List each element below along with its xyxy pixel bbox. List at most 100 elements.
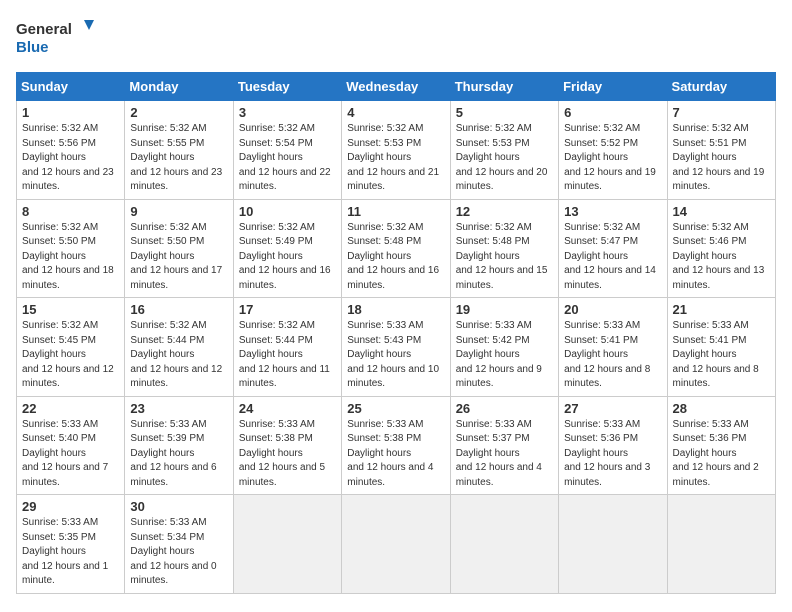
day-info: Sunrise: 5:33 AM Sunset: 5:37 PM Dayligh…: [456, 418, 553, 491]
day-info: Sunrise: 5:32 AM Sunset: 5:49 PM Dayligh…: [239, 221, 336, 294]
sunrise-label: Sunrise: 5:32 AM: [239, 320, 315, 331]
daylight-label: Daylight hours: [239, 251, 303, 262]
sunset-label: Sunset: 5:40 PM: [22, 433, 96, 444]
day-number: 5: [456, 105, 553, 120]
sunrise-label: Sunrise: 5:33 AM: [564, 419, 640, 430]
calendar-cell: 13 Sunrise: 5:32 AM Sunset: 5:47 PM Dayl…: [559, 199, 667, 298]
svg-text:General: General: [16, 21, 72, 38]
day-info: Sunrise: 5:33 AM Sunset: 5:39 PM Dayligh…: [130, 418, 227, 491]
daylight-value: and 12 hours and 3 minutes.: [564, 462, 650, 488]
daylight-label: Daylight hours: [347, 349, 411, 360]
day-number: 21: [673, 302, 770, 317]
week-row-5: 29 Sunrise: 5:33 AM Sunset: 5:35 PM Dayl…: [17, 495, 776, 594]
calendar-cell: 21 Sunrise: 5:33 AM Sunset: 5:41 PM Dayl…: [667, 298, 775, 397]
calendar-cell: 19 Sunrise: 5:33 AM Sunset: 5:42 PM Dayl…: [450, 298, 558, 397]
day-number: 2: [130, 105, 227, 120]
day-info: Sunrise: 5:33 AM Sunset: 5:34 PM Dayligh…: [130, 516, 227, 589]
sunrise-label: Sunrise: 5:33 AM: [22, 517, 98, 528]
sunset-label: Sunset: 5:53 PM: [347, 138, 421, 149]
calendar-cell: 8 Sunrise: 5:32 AM Sunset: 5:50 PM Dayli…: [17, 199, 125, 298]
day-info: Sunrise: 5:32 AM Sunset: 5:52 PM Dayligh…: [564, 122, 661, 195]
day-info: Sunrise: 5:33 AM Sunset: 5:38 PM Dayligh…: [347, 418, 444, 491]
daylight-label: Daylight hours: [22, 349, 86, 360]
day-number: 17: [239, 302, 336, 317]
daylight-label: Daylight hours: [239, 152, 303, 163]
week-row-1: 1 Sunrise: 5:32 AM Sunset: 5:56 PM Dayli…: [17, 101, 776, 200]
sunset-label: Sunset: 5:50 PM: [130, 236, 204, 247]
day-number: 8: [22, 204, 119, 219]
sunrise-label: Sunrise: 5:32 AM: [347, 222, 423, 233]
col-header-wednesday: Wednesday: [342, 73, 450, 101]
daylight-label: Daylight hours: [130, 448, 194, 459]
sunrise-label: Sunrise: 5:32 AM: [564, 222, 640, 233]
sunset-label: Sunset: 5:34 PM: [130, 532, 204, 543]
daylight-label: Daylight hours: [564, 251, 628, 262]
calendar-cell: 14 Sunrise: 5:32 AM Sunset: 5:46 PM Dayl…: [667, 199, 775, 298]
calendar-cell: [342, 495, 450, 594]
calendar-cell: 1 Sunrise: 5:32 AM Sunset: 5:56 PM Dayli…: [17, 101, 125, 200]
sunset-label: Sunset: 5:39 PM: [130, 433, 204, 444]
daylight-value: and 12 hours and 15 minutes.: [456, 265, 548, 291]
day-info: Sunrise: 5:33 AM Sunset: 5:43 PM Dayligh…: [347, 319, 444, 392]
sunrise-label: Sunrise: 5:33 AM: [347, 419, 423, 430]
calendar-cell: 20 Sunrise: 5:33 AM Sunset: 5:41 PM Dayl…: [559, 298, 667, 397]
sunrise-label: Sunrise: 5:33 AM: [130, 517, 206, 528]
calendar-cell: 3 Sunrise: 5:32 AM Sunset: 5:54 PM Dayli…: [233, 101, 341, 200]
daylight-label: Daylight hours: [22, 546, 86, 557]
week-row-2: 8 Sunrise: 5:32 AM Sunset: 5:50 PM Dayli…: [17, 199, 776, 298]
day-info: Sunrise: 5:32 AM Sunset: 5:45 PM Dayligh…: [22, 319, 119, 392]
calendar-cell: [559, 495, 667, 594]
sunset-label: Sunset: 5:48 PM: [347, 236, 421, 247]
sunrise-label: Sunrise: 5:32 AM: [673, 123, 749, 134]
daylight-value: and 12 hours and 9 minutes.: [456, 364, 542, 390]
sunset-label: Sunset: 5:36 PM: [673, 433, 747, 444]
daylight-value: and 12 hours and 19 minutes.: [673, 167, 765, 193]
sunset-label: Sunset: 5:55 PM: [130, 138, 204, 149]
day-number: 9: [130, 204, 227, 219]
daylight-value: and 12 hours and 21 minutes.: [347, 167, 439, 193]
calendar-cell: 15 Sunrise: 5:32 AM Sunset: 5:45 PM Dayl…: [17, 298, 125, 397]
calendar-cell: 10 Sunrise: 5:32 AM Sunset: 5:49 PM Dayl…: [233, 199, 341, 298]
sunset-label: Sunset: 5:45 PM: [22, 335, 96, 346]
day-info: Sunrise: 5:32 AM Sunset: 5:53 PM Dayligh…: [456, 122, 553, 195]
daylight-value: and 12 hours and 16 minutes.: [347, 265, 439, 291]
day-info: Sunrise: 5:32 AM Sunset: 5:53 PM Dayligh…: [347, 122, 444, 195]
day-number: 22: [22, 401, 119, 416]
sunrise-label: Sunrise: 5:33 AM: [22, 419, 98, 430]
sunrise-label: Sunrise: 5:33 AM: [673, 419, 749, 430]
daylight-label: Daylight hours: [347, 251, 411, 262]
day-number: 25: [347, 401, 444, 416]
sunset-label: Sunset: 5:53 PM: [456, 138, 530, 149]
sunrise-label: Sunrise: 5:32 AM: [22, 123, 98, 134]
sunset-label: Sunset: 5:48 PM: [456, 236, 530, 247]
calendar-cell: 24 Sunrise: 5:33 AM Sunset: 5:38 PM Dayl…: [233, 396, 341, 495]
sunrise-label: Sunrise: 5:33 AM: [456, 320, 532, 331]
calendar-cell: 7 Sunrise: 5:32 AM Sunset: 5:51 PM Dayli…: [667, 101, 775, 200]
day-info: Sunrise: 5:32 AM Sunset: 5:47 PM Dayligh…: [564, 221, 661, 294]
sunset-label: Sunset: 5:49 PM: [239, 236, 313, 247]
daylight-value: and 12 hours and 12 minutes.: [22, 364, 114, 390]
daylight-label: Daylight hours: [456, 251, 520, 262]
daylight-value: and 12 hours and 1 minute.: [22, 561, 108, 587]
calendar-cell: 12 Sunrise: 5:32 AM Sunset: 5:48 PM Dayl…: [450, 199, 558, 298]
col-header-saturday: Saturday: [667, 73, 775, 101]
day-info: Sunrise: 5:32 AM Sunset: 5:51 PM Dayligh…: [673, 122, 770, 195]
week-row-3: 15 Sunrise: 5:32 AM Sunset: 5:45 PM Dayl…: [17, 298, 776, 397]
col-header-friday: Friday: [559, 73, 667, 101]
sunset-label: Sunset: 5:56 PM: [22, 138, 96, 149]
daylight-value: and 12 hours and 7 minutes.: [22, 462, 108, 488]
day-info: Sunrise: 5:32 AM Sunset: 5:44 PM Dayligh…: [130, 319, 227, 392]
sunrise-label: Sunrise: 5:32 AM: [239, 222, 315, 233]
day-number: 20: [564, 302, 661, 317]
daylight-label: Daylight hours: [564, 448, 628, 459]
daylight-label: Daylight hours: [130, 349, 194, 360]
daylight-label: Daylight hours: [22, 251, 86, 262]
daylight-label: Daylight hours: [673, 152, 737, 163]
daylight-label: Daylight hours: [239, 349, 303, 360]
day-number: 30: [130, 499, 227, 514]
daylight-value: and 12 hours and 20 minutes.: [456, 167, 548, 193]
calendar-cell: 22 Sunrise: 5:33 AM Sunset: 5:40 PM Dayl…: [17, 396, 125, 495]
logo-svg: General Blue: [16, 16, 96, 60]
sunrise-label: Sunrise: 5:32 AM: [564, 123, 640, 134]
sunrise-label: Sunrise: 5:32 AM: [130, 222, 206, 233]
